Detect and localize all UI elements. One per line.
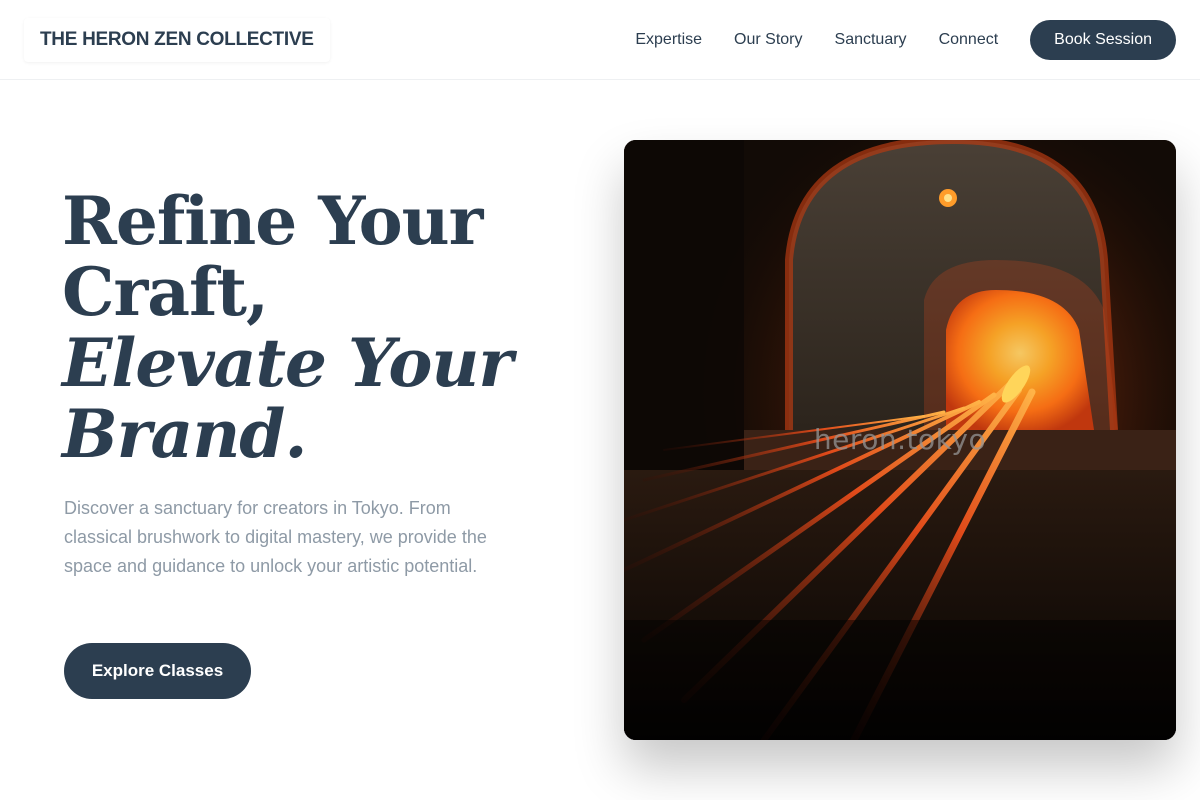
nav-link-our-story[interactable]: Our Story — [734, 31, 802, 49]
hero-title-line-4: Brand. — [62, 395, 307, 473]
nav-link-connect[interactable]: Connect — [939, 31, 999, 49]
explore-classes-button[interactable]: Explore Classes — [64, 643, 251, 699]
hero-description: Discover a sanctuary for creators in Tok… — [64, 498, 487, 576]
hero-title-line-2: Craft, — [62, 253, 269, 331]
hero-title-line-3: Elevate Your — [62, 324, 513, 402]
top-navbar: THE HERON ZEN COLLECTIVE Expertise Our S… — [0, 0, 1200, 80]
hero-title-line-1: Refine Your — [62, 182, 483, 260]
nav-link-sanctuary[interactable]: Sanctuary — [835, 31, 907, 49]
image-watermark: heron.tokyo — [813, 423, 987, 456]
book-session-button[interactable]: Book Session — [1030, 20, 1176, 60]
main-nav: Expertise Our Story Sanctuary Connect Bo… — [635, 20, 1176, 60]
hero-title: Refine Your Craft, Elevate Your Brand. — [62, 186, 532, 470]
site-logo[interactable]: THE HERON ZEN COLLECTIVE — [24, 18, 330, 62]
nav-link-expertise[interactable]: Expertise — [635, 31, 702, 49]
hero-image-furnace: heron.tokyo — [624, 140, 1176, 740]
